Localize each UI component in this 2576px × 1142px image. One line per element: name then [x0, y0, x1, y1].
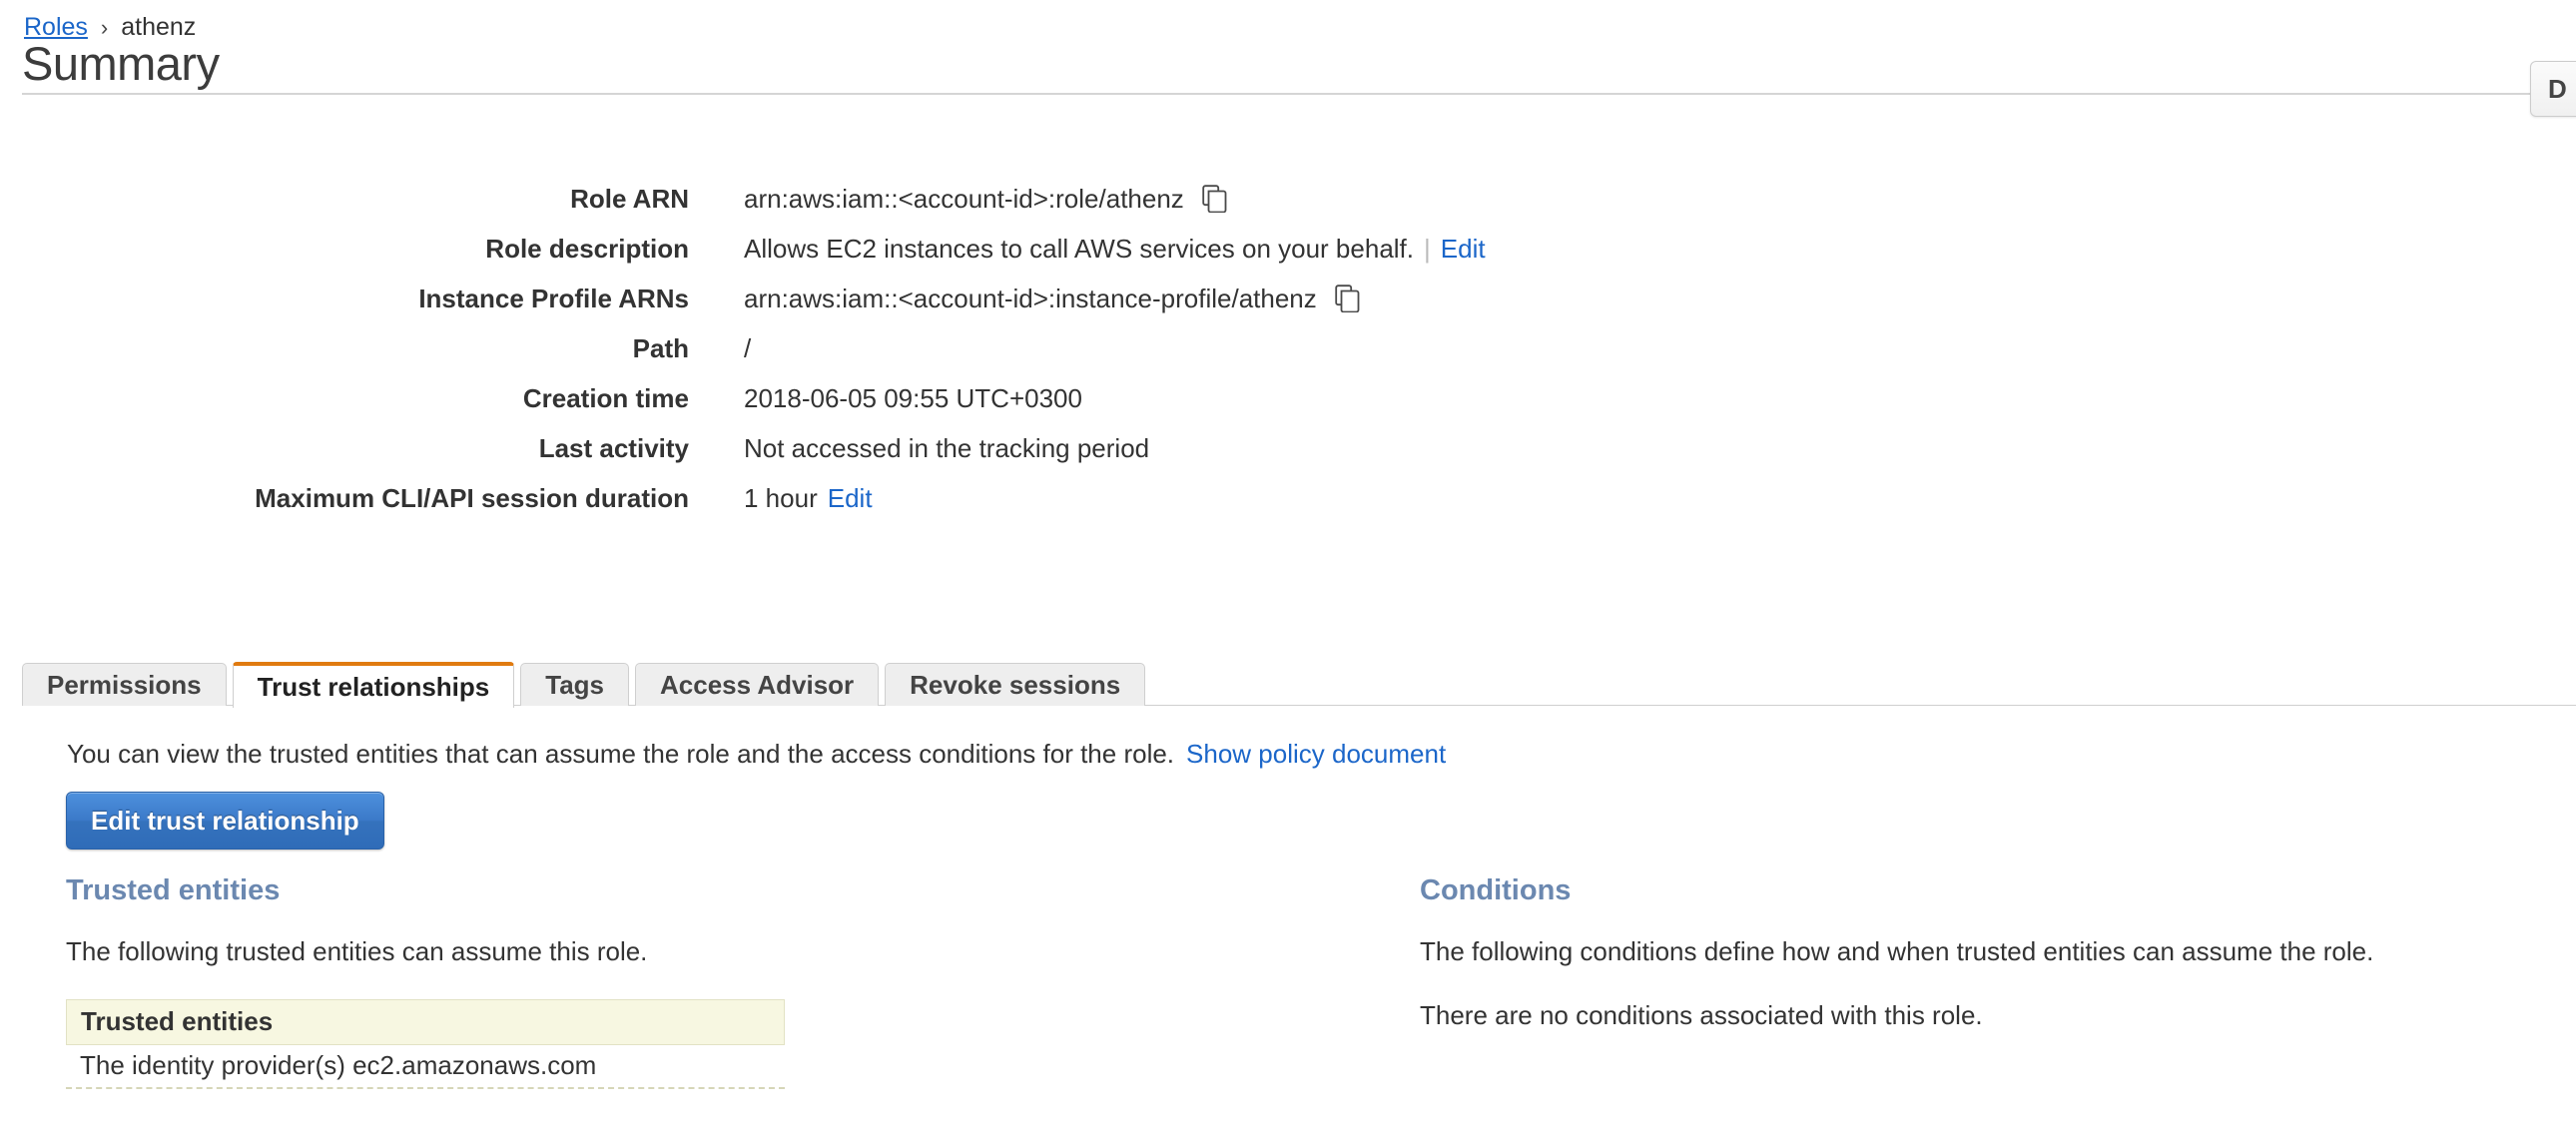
edit-session-duration-link[interactable]: Edit: [828, 479, 873, 517]
conditions-empty-text: There are no conditions associated with …: [1420, 999, 1983, 1030]
title-divider: [22, 93, 2576, 95]
panel-intro: You can view the trusted entities that c…: [67, 739, 1446, 770]
path-value: /: [744, 333, 752, 363]
max-session-duration-value: 1 hour: [744, 483, 818, 513]
tab-label: Tags: [545, 669, 605, 700]
tab-access-advisor[interactable]: Access Advisor: [635, 663, 880, 706]
tab-label: Permissions: [47, 669, 202, 700]
tab-permissions[interactable]: Permissions: [22, 663, 227, 706]
trusted-entities-table: Trusted entities The identity provider(s…: [66, 998, 785, 1089]
conditions-description: The following conditions define how and …: [1420, 935, 2374, 966]
detail-value: arn:aws:iam::<account-id>:instance-profi…: [744, 280, 1361, 317]
role-description-value: Allows EC2 instances to call AWS service…: [744, 234, 1414, 264]
edit-role-description-link[interactable]: Edit: [1441, 230, 1486, 268]
show-policy-document-link[interactable]: Show policy document: [1186, 739, 1446, 769]
edit-trust-relationship-button[interactable]: Edit trust relationship: [66, 792, 384, 850]
detail-row-role-arn: Role ARN arn:aws:iam::<account-id>:role/…: [0, 180, 2576, 218]
detail-label: Role description: [485, 234, 689, 264]
role-arn-value: arn:aws:iam::<account-id>:role/athenz: [744, 184, 1184, 214]
trusted-entities-column: Trusted entities The following trusted e…: [66, 874, 1364, 1089]
tab-label: Trust relationships: [257, 671, 490, 702]
tab-label: Access Advisor: [660, 669, 855, 700]
panel-intro-text: You can view the trusted entities that c…: [67, 739, 1175, 769]
conditions-column: Conditions The following conditions defi…: [1420, 874, 2568, 1062]
detail-label: Maximum CLI/API session duration: [255, 483, 689, 513]
detail-label: Path: [632, 333, 689, 363]
tab-trust-relationships[interactable]: Trust relationships: [232, 662, 515, 708]
copy-icon[interactable]: [1335, 285, 1361, 313]
tab-label: Revoke sessions: [910, 669, 1121, 700]
detail-value: Not accessed in the tracking period: [744, 429, 1149, 467]
page-title: Summary: [22, 37, 220, 90]
conditions-heading: Conditions: [1420, 874, 1572, 906]
table-header-cell: Trusted entities: [66, 998, 785, 1045]
role-summary-details: Role ARN arn:aws:iam::<account-id>:role/…: [0, 180, 2576, 529]
detail-value: arn:aws:iam::<account-id>:role/athenz: [744, 180, 1228, 218]
detail-label: Last activity: [538, 433, 689, 463]
detail-value: Allows EC2 instances to call AWS service…: [744, 230, 1486, 268]
detail-label: Instance Profile ARNs: [418, 284, 689, 313]
delete-role-button[interactable]: D: [2530, 61, 2576, 117]
trusted-entities-description: The following trusted entities can assum…: [66, 935, 648, 966]
detail-row-instance-profile-arns: Instance Profile ARNs arn:aws:iam::<acco…: [0, 280, 2576, 317]
tab-revoke-sessions[interactable]: Revoke sessions: [885, 663, 1146, 706]
detail-value: 2018-06-05 09:55 UTC+0300: [744, 379, 1082, 417]
last-activity-value: Not accessed in the tracking period: [744, 433, 1150, 463]
creation-time-value: 2018-06-05 09:55 UTC+0300: [744, 383, 1082, 413]
table-row: The identity provider(s) ec2.amazonaws.c…: [66, 1045, 785, 1089]
tab-tags[interactable]: Tags: [520, 663, 630, 706]
trusted-entities-heading: Trusted entities: [66, 874, 281, 906]
detail-row-max-session-duration: Maximum CLI/API session duration 1 hour …: [0, 479, 2576, 517]
instance-profile-arn-value: arn:aws:iam::<account-id>:instance-profi…: [744, 284, 1317, 313]
separator-pipe: |: [1424, 234, 1431, 264]
tab-bar: Permissions Trust relationships Tags Acc…: [22, 662, 2576, 708]
copy-icon[interactable]: [1202, 185, 1228, 214]
detail-value: /: [744, 329, 751, 367]
chevron-right-icon: ›: [100, 14, 109, 40]
detail-row-role-description: Role description Allows EC2 instances to…: [0, 230, 2576, 268]
detail-row-path: Path /: [0, 329, 2576, 367]
detail-label: Creation time: [522, 383, 689, 413]
detail-row-creation-time: Creation time 2018-06-05 09:55 UTC+0300: [0, 379, 2576, 417]
detail-label: Role ARN: [570, 184, 689, 214]
detail-value: 1 hour Edit: [744, 479, 873, 517]
detail-row-last-activity: Last activity Not accessed in the tracki…: [0, 429, 2576, 467]
trust-relationships-panel: You can view the trusted entities that c…: [22, 705, 2576, 1142]
